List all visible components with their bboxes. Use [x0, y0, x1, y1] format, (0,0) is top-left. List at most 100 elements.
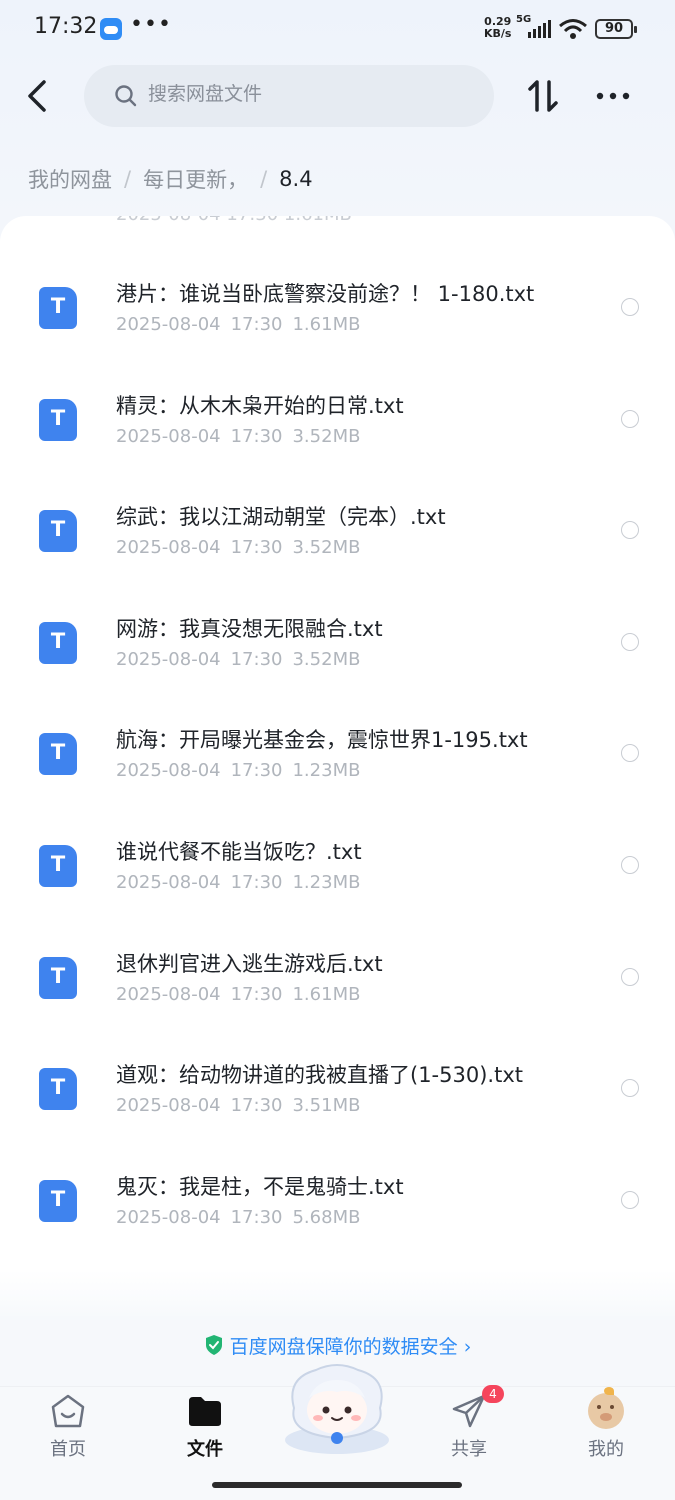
- mascot-assistant-button[interactable]: [276, 1358, 398, 1456]
- file-row[interactable]: T 航海：开局曝光基金会，震惊世界1-195.txt 2025-08-04 17:…: [0, 696, 675, 808]
- txt-file-icon: T: [39, 510, 77, 553]
- file-size: 5.68MB: [292, 1206, 361, 1228]
- file-date: 2025-08-04: [116, 1095, 221, 1117]
- breadcrumb: 我的网盘 / 每日更新， / 8.4: [28, 164, 313, 194]
- file-time: 17:30: [230, 314, 283, 335]
- search-box[interactable]: [84, 65, 494, 127]
- status-time: 17:32: [34, 14, 98, 39]
- folder-icon: [189, 1397, 221, 1426]
- home-indicator[interactable]: [212, 1482, 462, 1488]
- tab-files[interactable]: 文件: [150, 1387, 260, 1467]
- network-speed-unit: KB/s: [484, 27, 512, 40]
- notification-badge: 4: [482, 1385, 504, 1403]
- file-icon-letter: T: [50, 963, 66, 988]
- file-time: 17:30: [230, 1095, 283, 1117]
- shield-icon: [205, 1335, 222, 1355]
- select-checkbox[interactable]: [621, 298, 639, 316]
- file-name: 退休判官进入逃生游戏后.txt: [116, 951, 383, 976]
- security-banner[interactable]: 百度网盘保障你的数据安全 ›: [0, 1332, 675, 1359]
- txt-file-icon: T: [39, 733, 77, 776]
- status-more-dots: •••: [130, 12, 172, 37]
- file-time: 17:30: [230, 425, 283, 447]
- cloud-app-icon: [100, 18, 122, 40]
- file-meta: 2025-08-04 17:30 3.52MB: [116, 537, 370, 558]
- txt-file-icon: T: [39, 1179, 77, 1222]
- tab-files-label: 文件: [187, 1439, 223, 1460]
- breadcrumb-item-folder[interactable]: 每日更新，: [143, 164, 248, 194]
- home-icon: [51, 1394, 85, 1428]
- file-row[interactable]: T 退休判官进入逃生游戏后.txt 2025-08-04 17:30 1.61MB: [0, 920, 675, 1032]
- file-time: 17:30: [230, 871, 283, 893]
- file-date: 2025-08-04: [116, 537, 221, 559]
- file-name: 航海：开局曝光基金会，震惊世界1-195.txt: [116, 728, 528, 753]
- tab-profile-label: 我的: [588, 1439, 624, 1460]
- share-icon: [452, 1394, 486, 1428]
- file-icon-letter: T: [50, 740, 66, 765]
- select-checkbox[interactable]: [621, 1190, 639, 1209]
- file-icon-letter: T: [50, 294, 66, 318]
- txt-file-icon: T: [39, 956, 77, 999]
- file-time: 17:30: [230, 1206, 283, 1228]
- select-checkbox[interactable]: [621, 1079, 639, 1098]
- select-checkbox[interactable]: [621, 409, 639, 428]
- file-row[interactable]: T 精灵：从木木枭开始的日常.txt 2025-08-04 17:30 3.52MB: [0, 362, 675, 474]
- select-checkbox[interactable]: [621, 744, 639, 763]
- tab-home[interactable]: 首页: [13, 1387, 123, 1467]
- file-meta: 2025-08-04 17:30 1.23MB: [116, 872, 370, 893]
- more-options-icon[interactable]: [594, 84, 634, 108]
- tab-share[interactable]: 4 共享: [414, 1385, 524, 1467]
- file-icon-letter: T: [50, 1186, 66, 1211]
- security-banner-text: 百度网盘保障你的数据安全: [229, 1336, 458, 1358]
- file-name: 谁说代餐不能当饭吃？.txt: [116, 839, 362, 864]
- file-name: 鬼灭：我是柱，不是鬼骑士.txt: [116, 1174, 404, 1199]
- file-size: 1.23MB: [292, 760, 361, 782]
- file-time: 17:30: [230, 648, 283, 670]
- file-meta: 2025-08-04 17:30 1.61MB: [116, 984, 370, 1005]
- file-date: 2025-08-04: [116, 760, 221, 782]
- avatar-icon: [588, 1387, 624, 1429]
- file-meta: 2025-08-04 17:30 1.23MB: [116, 760, 370, 781]
- file-name: 精灵：从木木枭开始的日常.txt: [116, 393, 404, 418]
- file-name: 港片：谁说当卧底警察没前途？！ 1-180.txt: [116, 282, 535, 306]
- breadcrumb-separator: /: [260, 167, 268, 191]
- file-icon-letter: T: [50, 405, 66, 430]
- select-checkbox[interactable]: [621, 967, 639, 986]
- select-checkbox[interactable]: [621, 632, 639, 651]
- txt-file-icon: T: [39, 398, 77, 441]
- file-size: 1.23MB: [292, 871, 361, 893]
- file-meta: 2025-08-04 17:30 1.61MB: [116, 314, 370, 335]
- file-name: 道观：给动物讲道的我被直播了(1-530).txt: [116, 1063, 523, 1088]
- select-checkbox[interactable]: [621, 855, 639, 874]
- file-date: 2025-08-04: [116, 314, 221, 335]
- tab-profile[interactable]: 我的: [551, 1387, 661, 1467]
- status-bar: 17:32 ••• 0.29 KB/s 5G 90: [0, 0, 675, 58]
- file-meta: 2025-08-04 17:30 3.52MB: [116, 426, 370, 447]
- list-bottom-fade: [0, 1270, 675, 1320]
- file-row[interactable]: T 港片：谁说当卧底警察没前途？！ 1-180.txt 2025-08-04 17…: [0, 250, 675, 362]
- file-row[interactable]: T 鬼灭：我是柱，不是鬼骑士.txt 2025-08-04 17:30 5.68MB: [0, 1143, 675, 1255]
- file-meta: 2025-08-04 17:30 5.68MB: [116, 1207, 370, 1228]
- file-time: 17:30: [230, 983, 283, 1005]
- file-size: 3.52MB: [292, 648, 361, 670]
- chevron-right-icon: ›: [463, 1336, 472, 1358]
- file-icon-letter: T: [50, 851, 66, 876]
- file-list-card: 2025-08-04 17:30 1.61MB T 港片：谁说当卧底警察没前途？…: [0, 216, 675, 1316]
- sort-icon[interactable]: [524, 76, 564, 116]
- sprout-icon: [604, 1387, 614, 1395]
- search-icon: [115, 85, 137, 107]
- file-row[interactable]: T 道观：给动物讲道的我被直播了(1-530).txt 2025-08-04 17…: [0, 1031, 675, 1143]
- network-speed: 0.29 KB/s: [484, 16, 511, 40]
- file-row[interactable]: T 综武：我以江湖动朝堂（完本）.txt 2025-08-04 17:30 3.52…: [0, 473, 675, 585]
- file-name: 网游：我真没想无限融合.txt: [116, 616, 383, 641]
- search-input[interactable]: [148, 83, 468, 105]
- file-date: 2025-08-04: [116, 1206, 221, 1228]
- file-date: 2025-08-04: [116, 648, 221, 670]
- tab-share-label: 共享: [451, 1439, 487, 1460]
- select-checkbox[interactable]: [621, 521, 639, 540]
- file-row[interactable]: T 网游：我真没想无限融合.txt 2025-08-04 17:30 3.52MB: [0, 585, 675, 697]
- back-button[interactable]: [18, 76, 58, 116]
- txt-file-icon: T: [39, 1068, 77, 1111]
- breadcrumb-item-root[interactable]: 我的网盘: [28, 164, 112, 194]
- file-meta: 2025-08-04 17:30 3.51MB: [116, 1095, 370, 1116]
- file-row[interactable]: T 谁说代餐不能当饭吃？.txt 2025-08-04 17:30 1.23MB: [0, 808, 675, 920]
